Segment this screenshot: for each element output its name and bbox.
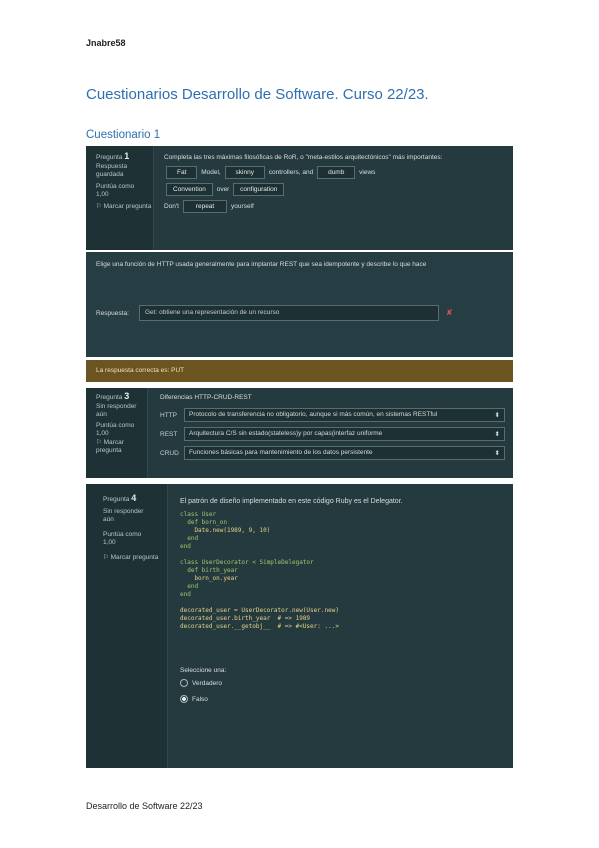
question-status-line2: aún xyxy=(96,411,107,418)
question-score-value: 1,00 xyxy=(96,191,109,198)
code-line: born_on.year xyxy=(180,575,238,582)
flag-icon: ⚐ xyxy=(96,438,102,446)
radio-unselected-icon[interactable] xyxy=(180,679,188,687)
option-label: Verdadero xyxy=(192,679,222,687)
option-verdadero[interactable]: Verdadero xyxy=(180,679,505,687)
correct-answer-text: La respuesta correcta es: PUT xyxy=(96,367,185,374)
section-title: Cuestionario 1 xyxy=(86,129,161,141)
question-status: Sin responder xyxy=(96,402,137,410)
code-line: def born_on xyxy=(180,519,227,526)
answer-label: Respuesta: xyxy=(96,310,129,317)
question-1-content: Completa las tres máximas filosóficas de… xyxy=(164,154,504,213)
question-status: Sin responder xyxy=(103,507,144,515)
question-4-content: El patrón de diseño implementado en este… xyxy=(180,498,505,703)
text-yourself: yourself xyxy=(231,203,254,211)
blank-repeat-field[interactable]: repeat xyxy=(182,200,228,213)
blank-skinny[interactable]: skinny xyxy=(224,166,265,179)
code-line: decorated_user.birth_year # => 1989 xyxy=(180,615,311,622)
page-footer: Desarrollo de Software 22/23 xyxy=(86,801,203,811)
question-1-info: Pregunta 1 Respuesta guardada Puntúa com… xyxy=(86,146,154,250)
blank-convention[interactable]: Convention xyxy=(166,183,213,196)
question-status-line2: aún xyxy=(103,516,114,523)
select-arrow-icon: ⬍ xyxy=(494,450,500,457)
match-label-crud: CRUD xyxy=(160,449,179,457)
code-line: class UserDecorator < SimpleDelegator xyxy=(180,559,314,566)
correct-answer-banner: La respuesta correcta es: PUT xyxy=(86,360,513,382)
question-number: Pregunta 3 xyxy=(96,391,130,402)
blank-fat[interactable]: Fat xyxy=(166,166,198,179)
code-line: decorated_user.__getobj__ # => #<User: .… xyxy=(180,623,339,630)
text-views: views xyxy=(359,169,376,177)
match-label-rest: REST xyxy=(160,430,178,438)
text-dont: Don't xyxy=(164,203,179,211)
code-line: class User xyxy=(180,511,217,518)
incorrect-icon: ✘ xyxy=(446,308,453,317)
question-number: Pregunta 4 xyxy=(103,493,137,504)
match-label-http: HTTP xyxy=(160,411,177,419)
document-title: Cuestionarios Desarrollo de Software. Cu… xyxy=(86,86,429,103)
answer-value: Get: obtiene una representación de un re… xyxy=(145,309,280,316)
blank-configuration[interactable]: configuration xyxy=(233,183,285,196)
code-line: decorated_user = UserDecorator.new(User.… xyxy=(180,607,339,614)
blank-line-2: Convention over configuration xyxy=(164,183,504,196)
question-score-value: 1,00 xyxy=(103,539,116,546)
question-3-content: Diferencias HTTP-CRUD-REST HTTP Protocol… xyxy=(160,394,505,465)
radio-selected-icon[interactable] xyxy=(180,695,188,703)
match-row-http: HTTP Protocolo de transferencia no oblig… xyxy=(160,408,505,422)
option-falso[interactable]: Falso xyxy=(180,695,505,703)
select-one-label: Seleccione una: xyxy=(180,667,227,674)
match-row-rest: REST Arquitectura C/S sin estado(statele… xyxy=(160,427,505,441)
flag-question-link[interactable]: ⚐ Marcar pregunta xyxy=(96,439,147,456)
question-4-info: Pregunta 4 Sin responder aún Puntúa como… xyxy=(86,484,168,768)
answer-input[interactable]: Get: obtiene una representación de un re… xyxy=(139,305,439,321)
question-2-prompt: Elige una función de HTTP usada generalm… xyxy=(96,261,427,268)
question-4-panel: Pregunta 4 Sin responder aún Puntúa como… xyxy=(86,484,513,768)
question-score: Puntúa como xyxy=(103,530,142,538)
question-score: Puntúa como xyxy=(96,182,135,190)
text-model: Model, xyxy=(201,169,221,177)
code-block: class User def born_on Date.new(1989, 9,… xyxy=(180,511,505,631)
flag-icon: ⚐ xyxy=(96,202,102,210)
question-status-line2: guardada xyxy=(96,171,124,178)
match-select-rest[interactable]: Arquitectura C/S sin estado(stateless)y … xyxy=(184,427,505,441)
code-line: end xyxy=(180,591,191,598)
match-select-http[interactable]: Protocolo de transferencia no obligatori… xyxy=(184,408,505,422)
match-select-crud[interactable]: Funciones básicas para mantenimiento de … xyxy=(184,446,505,460)
code-line: end xyxy=(180,543,191,550)
question-3-info: Pregunta 3 Sin responder aún Puntúa como… xyxy=(86,388,148,478)
flag-question-link[interactable]: ⚐ Marcar pregunta xyxy=(96,203,153,212)
text-over: over xyxy=(216,186,230,194)
blank-line-3: Don't yourself repeat yourself xyxy=(164,200,504,213)
question-2-panel: Elige una función de HTTP usada generalm… xyxy=(86,252,513,357)
match-row-crud: CRUD Funciones básicas para mantenimient… xyxy=(160,446,505,460)
blank-dumb[interactable]: dumb xyxy=(317,166,356,179)
text-controllers: controllers, and xyxy=(268,169,314,177)
select-arrow-icon: ⬍ xyxy=(494,431,500,438)
code-line: def birth_year xyxy=(180,567,238,574)
code-line: end xyxy=(180,583,199,590)
blank-line-1: Fat Model, skinny controllers, and dumb … xyxy=(164,166,504,179)
question-3-panel: Pregunta 3 Sin responder aún Puntúa como… xyxy=(86,388,513,478)
page-header: Jnabre58 xyxy=(86,38,126,48)
question-1-prompt: Completa las tres máximas filosóficas de… xyxy=(164,154,443,161)
question-score: Puntúa como xyxy=(96,421,135,429)
code-line: Date.new(1989, 9, 10) xyxy=(180,527,271,534)
question-3-prompt: Diferencias HTTP-CRUD-REST xyxy=(160,394,252,401)
question-status: Respuesta xyxy=(96,162,128,170)
question-score-value: 1,00 xyxy=(96,430,109,437)
flag-question-link[interactable]: ⚐ Marcar pregunta xyxy=(103,554,167,563)
flag-icon: ⚐ xyxy=(103,553,109,561)
select-arrow-icon: ⬍ xyxy=(494,412,500,419)
question-number: Pregunta 1 xyxy=(96,151,130,162)
question-4-prompt: El patrón de diseño implementado en este… xyxy=(180,498,403,505)
code-line: end xyxy=(180,535,199,542)
option-label: Falso xyxy=(192,695,208,703)
question-1-panel: Pregunta 1 Respuesta guardada Puntúa com… xyxy=(86,146,513,250)
